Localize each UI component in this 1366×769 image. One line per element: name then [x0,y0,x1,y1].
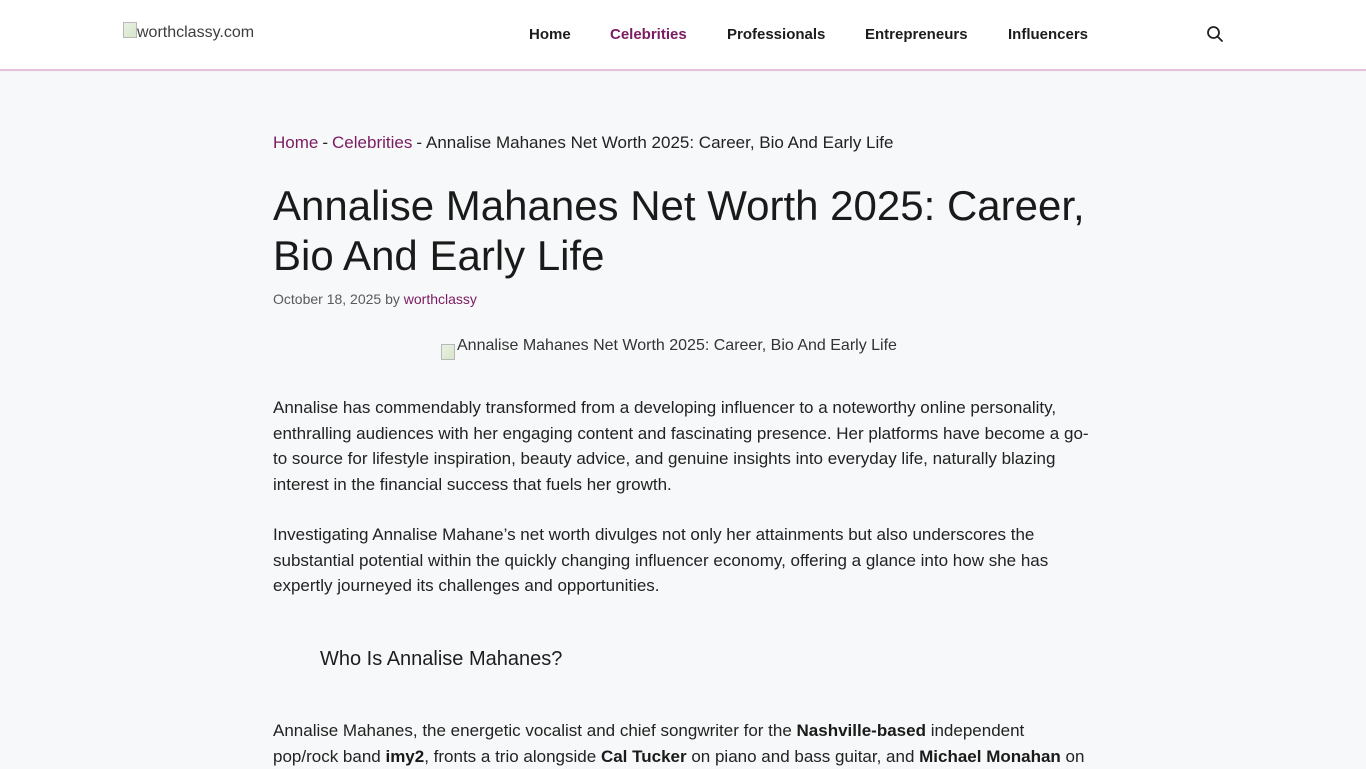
breadcrumb-separator: - [322,133,329,152]
nav-professionals[interactable]: Professionals [727,26,825,43]
nav-home[interactable]: Home [529,26,571,43]
site-header: worthclassy.com Home Celebrities Profess… [0,0,1366,71]
text-run: on [1060,746,1085,766]
bold-run: imy2 [385,746,425,766]
featured-image-alt: Annalise Mahanes Net Worth 2025: Career,… [457,337,897,354]
bold-run: Michael Monahan [919,746,1061,766]
text-run: on piano and bass guitar, and [686,746,920,766]
breadcrumb-separator: - [416,133,423,152]
article-paragraph: Annalise Mahanes, the energetic vocalist… [273,718,1093,769]
article-paragraph: Annalise has commendably transformed fro… [273,398,1089,494]
page-title: Annalise Mahanes Net Worth 2025: Career,… [273,182,1085,279]
post-author-link[interactable]: worthclassy [404,291,477,307]
search-button[interactable] [1206,25,1224,43]
text-run: , fronts a trio alongside [424,746,601,766]
post-by: by [385,291,400,307]
bold-run: Nashville-based [796,721,926,740]
breadcrumb-category[interactable]: Celebrities [332,133,412,152]
section-heading: Who Is Annalise Mahanes? [320,648,563,670]
nav-celebrities[interactable]: Celebrities [610,26,687,43]
breadcrumb-current: Annalise Mahanes Net Worth 2025: Career,… [426,133,894,152]
search-icon [1207,26,1223,42]
bold-run: Cal Tucker [600,746,687,766]
text-run: Annalise Mahanes, the energetic vocalist… [273,721,797,740]
post-date: October 18, 2025 [273,291,382,307]
post-meta: October 18, 2025 by worthclassy [273,291,477,307]
breadcrumb-home[interactable]: Home [273,133,318,152]
main-nav: Home Celebrities Professionals Entrepren… [0,26,1366,46]
breadcrumb: Home - Celebrities - Annalise Mahanes Net Wo… [273,133,893,153]
nav-entrepreneurs[interactable]: Entrepreneurs [865,26,968,43]
broken-image-icon [441,344,455,360]
article-paragraph: Investigating Annalise Mahane’s net wort… [273,525,1049,595]
featured-image: Annalise Mahanes Net Worth 2025: Career,… [441,337,925,361]
nav-influencers[interactable]: Influencers [1008,26,1088,43]
